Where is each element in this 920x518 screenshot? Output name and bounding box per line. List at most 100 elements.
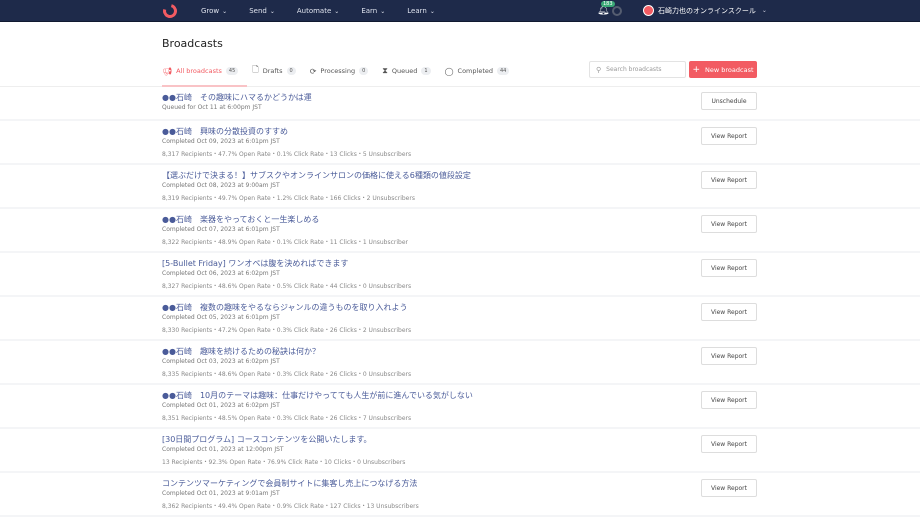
menu-grow[interactable]: Grow ⌄: [201, 7, 227, 15]
broadcast-stats: 8,322 Recipients・48.9% Open Rate・0.1% Cl…: [162, 239, 409, 246]
menu-earn[interactable]: Earn ⌄: [361, 7, 385, 15]
view-report-button[interactable]: View Report: [701, 127, 757, 145]
broadcast-title[interactable]: ●●石崎 その趣味にハマるかどうかは運: [162, 92, 312, 103]
broadcast-status: Completed Oct 01, 2023 at 9:01am JST: [162, 490, 280, 497]
broadcast-status: Completed Oct 07, 2023 at 6:01pm JST: [162, 226, 280, 233]
tab-count: 0: [286, 67, 296, 75]
broadcast-title[interactable]: ●●石崎 興味の分散投資のすすめ: [162, 126, 288, 137]
broadcast-stats: 8,327 Recipients・48.6% Open Rate・0.5% Cl…: [162, 283, 412, 290]
user-name: 石崎力也のオンラインスクール: [658, 6, 756, 15]
view-report-button[interactable]: View Report: [701, 215, 757, 233]
refresh-icon: ⟳: [309, 66, 317, 76]
button-label: New broadcast: [705, 65, 754, 74]
menu-label: Send: [249, 7, 267, 15]
menu-learn[interactable]: Learn ⌄: [407, 7, 435, 15]
chevron-down-icon: ⌄: [334, 7, 340, 15]
view-report-button[interactable]: View Report: [701, 171, 757, 189]
menu-label: Grow: [201, 7, 220, 15]
tab-label: All broadcasts: [176, 67, 222, 75]
broadcast-stats: 8,335 Recipients・48.6% Open Rate・0.3% Cl…: [162, 371, 412, 378]
broadcast-title[interactable]: ●●石崎 趣味を続けるための秘訣は何か？: [162, 346, 320, 357]
document-icon: 🗋: [252, 65, 259, 74]
view-report-button[interactable]: View Report: [701, 347, 757, 365]
broadcast-stats: 8,351 Recipients・48.5% Open Rate・0.3% Cl…: [162, 415, 412, 422]
broadcast-title[interactable]: コンテンツマーケティングで会員制サイトに集客し売上につなげる方法: [162, 478, 417, 489]
main-menu: Grow ⌄ Send ⌄ Automate ⌄ Earn ⌄ Learn ⌄: [201, 0, 457, 22]
broadcast-row: [5-Bullet Friday] ワンオペは腹を決めればできます Comple…: [0, 253, 920, 297]
broadcast-status: Completed Oct 01, 2023 at 6:02pm JST: [162, 402, 280, 409]
broadcast-status: Completed Oct 01, 2023 at 12:00pm JST: [162, 446, 284, 453]
broadcast-status: Completed Oct 08, 2023 at 9:00am JST: [162, 182, 280, 189]
view-report-button[interactable]: View Report: [701, 303, 757, 321]
broadcast-stats: 8,319 Recipients・49.7% Open Rate・1.2% Cl…: [162, 195, 415, 202]
top-nav: Grow ⌄ Send ⌄ Automate ⌄ Earn ⌄ Learn ⌄ 🔔︎ 18…: [0, 0, 920, 22]
view-report-button[interactable]: View Report: [701, 259, 757, 277]
broadcast-row: [30日間プログラム] コースコンテンツを公開いたします。 Completed …: [0, 429, 920, 473]
tab-label: Processing: [320, 67, 356, 75]
broadcast-row: コンテンツマーケティングで会員制サイトに集客し売上につなげる方法 Complet…: [0, 473, 920, 517]
tab-completed[interactable]: ◯ Completed 44: [445, 67, 510, 76]
broadcast-row: ●●石崎 その趣味にハマるかどうかは運 Queued for Oct 11 at…: [0, 87, 920, 121]
broadcast-row: ●●石崎 楽器をやっておくと一生楽しめる Completed Oct 07, 2…: [0, 209, 920, 253]
broadcast-status: Completed Oct 05, 2023 at 6:01pm JST: [162, 314, 280, 321]
menu-label: Automate: [296, 7, 332, 15]
tab-queued[interactable]: ⧗ Queued 1: [382, 66, 431, 76]
check-circle-icon: ◯: [444, 66, 454, 76]
tab-drafts[interactable]: 🗋 Drafts 0: [252, 64, 296, 78]
menu-label: Learn: [407, 7, 427, 15]
page-title: Broadcasts: [162, 37, 223, 50]
broadcast-list: ●●石崎 その趣味にハマるかどうかは運 Queued for Oct 11 at…: [0, 87, 920, 517]
view-report-button[interactable]: View Report: [701, 435, 757, 453]
tab-all-broadcasts[interactable]: 📢︎ All broadcasts 45: [162, 66, 239, 76]
loading-ring-icon: [612, 6, 622, 16]
avatar: [643, 5, 654, 16]
broadcast-title[interactable]: [30日間プログラム] コースコンテンツを公開いたします。: [162, 434, 372, 445]
chevron-down-icon: ⌄: [380, 7, 386, 15]
broadcast-row: ●●石崎 複数の趣味をやるならジャンルの違うものを取り入れよう Complete…: [0, 297, 920, 341]
view-report-button[interactable]: View Report: [701, 479, 757, 497]
broadcast-status: Queued for Oct 11 at 6:00pm JST: [162, 104, 262, 111]
broadcast-title[interactable]: 【選ぶだけで決まる！】サブスクやオンラインサロンの価格に使える6種類の値段設定: [162, 170, 471, 181]
user-menu[interactable]: 石崎力也のオンラインスクール ⌄: [643, 5, 767, 16]
broadcast-stats: 13 Recipients・92.3% Open Rate・76.9% Clic…: [162, 459, 406, 466]
logo-icon[interactable]: [160, 1, 180, 21]
tab-label: Completed: [457, 67, 493, 75]
plus-icon: +: [692, 64, 701, 75]
unschedule-button[interactable]: Unschedule: [701, 92, 757, 110]
broadcast-stats: 8,362 Recipients・49.4% Open Rate・0.9% Cl…: [162, 503, 419, 510]
broadcast-status: Completed Oct 06, 2023 at 6:02pm JST: [162, 270, 280, 277]
view-report-button[interactable]: View Report: [701, 391, 757, 409]
broadcast-row: 【選ぶだけで決まる！】サブスクやオンラインサロンの価格に使える6種類の値段設定 …: [0, 165, 920, 209]
megaphone-icon: 📢︎: [162, 66, 173, 76]
notification-badge: 183: [601, 1, 615, 7]
broadcast-row: ●●石崎 趣味を続けるための秘訣は何か？ Completed Oct 03, 2…: [0, 341, 920, 385]
broadcast-title[interactable]: ●●石崎 10月のテーマは趣味：仕事だけやってても人生が前に進んでいる気がしない: [162, 390, 473, 401]
broadcast-row: ●●石崎 興味の分散投資のすすめ Completed Oct 09, 2023 …: [0, 121, 920, 165]
chevron-down-icon: ⌄: [429, 7, 435, 15]
tab-count: 0: [359, 67, 369, 75]
menu-automate[interactable]: Automate ⌄: [297, 7, 339, 15]
broadcast-stats: 8,330 Recipients・47.2% Open Rate・0.3% Cl…: [162, 327, 412, 334]
new-broadcast-button[interactable]: + New broadcast: [689, 61, 757, 78]
broadcast-status: Completed Oct 09, 2023 at 6:01pm JST: [162, 138, 280, 145]
broadcast-status: Completed Oct 03, 2023 at 6:02pm JST: [162, 358, 280, 365]
search-input[interactable]: ⚲ Search broadcasts: [589, 61, 686, 78]
chevron-down-icon: ⌄: [269, 7, 275, 15]
hourglass-icon: ⧗: [382, 66, 388, 75]
chevron-down-icon: ⌄: [222, 7, 228, 15]
chevron-down-icon: ⌄: [761, 7, 767, 14]
tab-processing[interactable]: ⟳ Processing 0: [310, 67, 369, 76]
menu-send[interactable]: Send ⌄: [249, 7, 275, 15]
filter-tabs: 📢︎ All broadcasts 45 🗋 Drafts 0 ⟳ Processing 0…: [162, 64, 523, 78]
tab-count: 1: [421, 67, 431, 75]
search-icon: ⚲: [596, 65, 602, 74]
broadcast-title[interactable]: ●●石崎 複数の趣味をやるならジャンルの違うものを取り入れよう: [162, 302, 408, 313]
search-placeholder: Search broadcasts: [606, 66, 662, 73]
broadcast-stats: 8,317 Recipients・47.7% Open Rate・0.1% Cl…: [162, 151, 412, 158]
broadcast-title[interactable]: ●●石崎 楽器をやっておくと一生楽しめる: [162, 214, 319, 225]
broadcast-title[interactable]: [5-Bullet Friday] ワンオペは腹を決めればできます: [162, 258, 348, 269]
broadcast-row: ●●石崎 10月のテーマは趣味：仕事だけやってても人生が前に進んでいる気がしない…: [0, 385, 920, 429]
tab-label: Drafts: [262, 67, 283, 75]
tab-count: 44: [497, 67, 510, 75]
tab-label: Queued: [391, 67, 418, 75]
